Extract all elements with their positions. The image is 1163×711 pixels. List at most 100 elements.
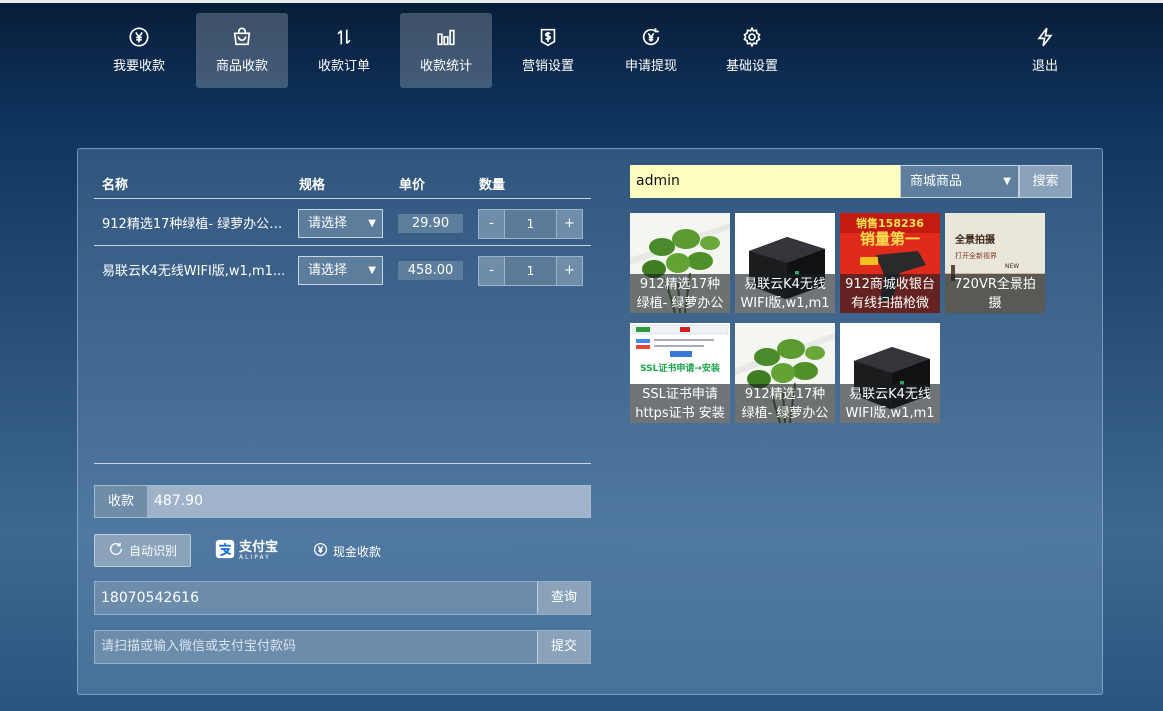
product-title-line: 摄 xyxy=(988,296,1002,311)
alipay-label: 支付宝 xyxy=(239,539,279,555)
cart-row: 912精选17种绿植- 绿萝办公室... 请选择 ▼ 29.90 - 1 + xyxy=(94,199,591,245)
top-border xyxy=(0,0,1163,3)
nav-orders[interactable]: 收款订单 xyxy=(298,13,390,88)
product-title-line: 易联云K4无线 xyxy=(744,277,826,292)
yuan-circle-icon xyxy=(313,542,328,560)
product-title: 912精选17种 绿植- 绿萝办公 xyxy=(630,274,730,313)
product-title: 720VR全景拍 摄 xyxy=(945,274,1045,313)
total-amount: 收款 487.90 xyxy=(94,485,591,518)
product-title-line: WIFI版,w1,m1 xyxy=(740,296,830,311)
shopping-bag-icon xyxy=(196,25,288,49)
member-lookup: 18070542616 查询 xyxy=(94,581,591,615)
spec-select[interactable]: 请选择 ▼ xyxy=(298,209,383,238)
overlay-text: SSL证书申请→安装 xyxy=(640,362,721,374)
lightning-icon xyxy=(999,25,1091,49)
main-nav: 我要收款 商品收款 收款订单 收款统计 营销设置 申请提现 基础设置 退出 xyxy=(0,13,1163,88)
product-title-line: SSL证书申请 xyxy=(642,387,718,402)
col-header-price: 单价 xyxy=(399,178,426,193)
product-title-line: 912精选17种 xyxy=(744,387,826,402)
unit-price: 458.00 xyxy=(398,261,463,280)
product-tile[interactable]: SSL证书申请→安装 SSL证书申请 https证书 安装 xyxy=(630,323,730,423)
alipay-logo-text: 支付宝 ALIPAY xyxy=(239,539,279,561)
product-title-line: 912商城收银台 xyxy=(845,277,935,292)
spec-select-value: 请选择 xyxy=(308,263,348,278)
nav-marketing[interactable]: 营销设置 xyxy=(502,13,594,88)
caret-down-icon: ▼ xyxy=(368,265,376,276)
nav-label: 我要收款 xyxy=(112,59,165,74)
product-title-line: https证书 安装 xyxy=(635,406,725,421)
nav-logout[interactable]: 退出 xyxy=(999,13,1091,88)
cash-option[interactable]: 现金收款 xyxy=(313,542,381,560)
nav-label: 营销设置 xyxy=(521,59,574,74)
nav-product-payment[interactable]: 商品收款 xyxy=(196,13,288,88)
overlay-text: 打开全新视界 xyxy=(955,251,997,260)
spec-select-value: 请选择 xyxy=(308,216,348,231)
nav-label: 商品收款 xyxy=(215,59,268,74)
search-scope-select[interactable]: 商城商品 ▼ xyxy=(900,165,1019,198)
cart-row: 易联云K4无线WIFI版,w1,m1... 请选择 ▼ 458.00 - 1 + xyxy=(94,246,591,292)
search-button[interactable]: 搜索 xyxy=(1019,165,1072,198)
withdraw-refresh-icon xyxy=(605,25,697,49)
yuan-circle-icon xyxy=(93,25,185,49)
submit-button[interactable]: 提交 xyxy=(537,631,590,663)
refresh-icon xyxy=(108,541,124,560)
nav-label: 申请提现 xyxy=(624,59,677,74)
product-title: 912商城收银台 有线扫描枪微 xyxy=(840,274,940,313)
overlay-text: 销量第一 xyxy=(860,230,920,248)
product-tile[interactable]: 全景拍摄 打开全新视界 NEW 720VR全景拍 摄 xyxy=(945,213,1045,313)
product-title-line: 有线扫描枪微 xyxy=(850,296,929,311)
product-title-line: 绿植- 绿萝办公 xyxy=(636,296,724,311)
nav-label: 基础设置 xyxy=(725,59,778,74)
product-title: SSL证书申请 https证书 安装 xyxy=(630,384,730,423)
decrement-button[interactable]: - xyxy=(478,256,505,286)
overlay-text: NEW xyxy=(1005,263,1019,270)
auto-detect-button[interactable]: 自动识别 xyxy=(94,534,191,567)
product-tile[interactable]: 912精选17种 绿植- 绿萝办公 xyxy=(630,213,730,313)
product-title: 912精选17种 绿植- 绿萝办公 xyxy=(735,384,835,423)
product-tile[interactable]: 销售158236 销量第一 912商城收银台 有线扫描枪微 xyxy=(840,213,940,313)
col-header-qty: 数量 xyxy=(479,178,506,193)
cash-label: 现金收款 xyxy=(333,544,382,559)
nav-settings[interactable]: 基础设置 xyxy=(706,13,798,88)
sort-arrows-icon xyxy=(298,25,390,49)
nav-receive-payment[interactable]: 我要收款 xyxy=(93,13,185,88)
nav-statistics[interactable]: 收款统计 xyxy=(400,13,492,88)
quantity-input[interactable]: 1 xyxy=(505,256,556,286)
product-title-line: 绿植- 绿萝办公 xyxy=(741,406,829,421)
increment-button[interactable]: + xyxy=(556,256,583,286)
product-title-line: 易联云K4无线 xyxy=(849,387,931,402)
alipay-option[interactable]: 支付宝 ALIPAY xyxy=(215,539,278,563)
tag-dollar-icon xyxy=(502,25,594,49)
nav-withdraw[interactable]: 申请提现 xyxy=(605,13,697,88)
spec-select[interactable]: 请选择 ▼ xyxy=(298,256,383,285)
search-scope-value: 商城商品 xyxy=(910,174,963,189)
quantity-stepper: - 1 + xyxy=(478,256,583,286)
query-button[interactable]: 查询 xyxy=(537,582,590,614)
product-tile[interactable]: 易联云K4无线 WIFI版,w1,m1 xyxy=(840,323,940,423)
product-title: 易联云K4无线 WIFI版,w1,m1 xyxy=(840,384,940,423)
product-tile[interactable]: 912精选17种 绿植- 绿萝办公 xyxy=(735,323,835,423)
nav-label: 收款订单 xyxy=(317,59,370,74)
overlay-text: 销售158236 xyxy=(856,216,924,230)
auto-detect-label: 自动识别 xyxy=(128,544,177,558)
quantity-stepper: - 1 + xyxy=(478,209,583,239)
cart-item-name: 912精选17种绿植- 绿萝办公室... xyxy=(102,217,292,232)
nav-label: 退出 xyxy=(1031,59,1058,74)
product-tile[interactable]: 易联云K4无线 WIFI版,w1,m1 xyxy=(735,213,835,313)
bar-chart-icon xyxy=(400,25,492,49)
cart-item-name: 易联云K4无线WIFI版,w1,m1... xyxy=(102,264,286,279)
product-title: 易联云K4无线 WIFI版,w1,m1 xyxy=(735,274,835,313)
product-search-input[interactable]: admin xyxy=(630,165,900,198)
increment-button[interactable]: + xyxy=(556,209,583,239)
product-title-line: 720VR全景拍 xyxy=(954,277,1036,292)
decrement-button[interactable]: - xyxy=(478,209,505,239)
quantity-input[interactable]: 1 xyxy=(505,209,556,239)
product-title-line: 912精选17种 xyxy=(639,277,721,292)
cashier-panel: 名称 规格 单价 数量 912精选17种绿植- 绿萝办公室... 请选择 ▼ 2… xyxy=(77,148,1103,695)
total-label: 收款 xyxy=(95,486,147,517)
divider xyxy=(94,463,591,464)
nav-label: 收款统计 xyxy=(419,59,472,74)
phone-input[interactable]: 18070542616 xyxy=(95,582,537,614)
total-value[interactable]: 487.90 xyxy=(147,486,590,517)
paycode-input[interactable]: 请扫描或输入微信或支付宝付款码 xyxy=(95,631,537,663)
